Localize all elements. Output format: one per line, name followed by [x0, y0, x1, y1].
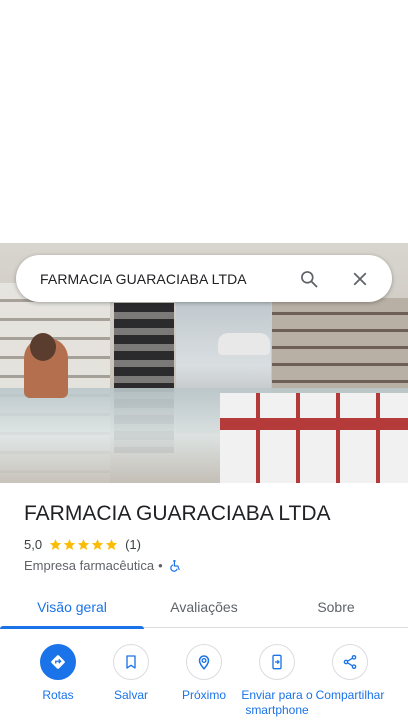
search-bar[interactable]: FARMACIA GUARACIABA LTDA: [16, 255, 392, 302]
photo-person-head: [30, 333, 56, 361]
star-icon: [77, 539, 90, 550]
bookmark-icon: [113, 644, 149, 680]
tab-label: Visão geral: [37, 599, 107, 615]
star-icon: [91, 539, 104, 550]
save-button[interactable]: Salvar: [95, 644, 167, 703]
share-icon: [332, 644, 368, 680]
action-label: Próximo: [181, 688, 226, 702]
place-category: Empresa farmacêutica: [24, 558, 155, 573]
action-label: Rotas: [42, 688, 74, 702]
star-icon: [63, 539, 76, 550]
rating-value: 5,0: [24, 537, 43, 552]
tab-label: Avaliações: [170, 599, 238, 615]
photo-counter-right: [220, 393, 408, 483]
dot-separator: •: [158, 558, 163, 573]
send-to-phone-button[interactable]: Enviar para o smartphone: [241, 644, 313, 718]
place-tabs: Visão geral Avaliações Sobre: [0, 586, 408, 629]
nearby-button[interactable]: Próximo: [168, 644, 240, 703]
share-button[interactable]: Compartilhar: [314, 644, 386, 703]
nearby-icon: [186, 644, 222, 680]
action-label: Salvar: [113, 688, 148, 702]
tab-label: Sobre: [317, 599, 355, 615]
send-to-phone-icon: [259, 644, 295, 680]
close-icon[interactable]: [344, 263, 376, 295]
photo-red-band: [220, 418, 408, 430]
search-input[interactable]: FARMACIA GUARACIABA LTDA: [40, 271, 293, 287]
category-row: Empresa farmacêutica •: [24, 558, 182, 573]
directions-button[interactable]: Rotas: [22, 644, 94, 703]
search-icon[interactable]: [293, 263, 325, 295]
star-icon: [105, 539, 118, 550]
map-blank-area: [0, 0, 408, 243]
rating-row[interactable]: 5,0 (1): [24, 537, 141, 552]
wheelchair-accessible-icon: [169, 559, 180, 572]
action-label: Enviar para o smartphone: [241, 688, 313, 717]
tab-reviews[interactable]: Avaliações: [144, 586, 264, 628]
tab-overview[interactable]: Visão geral: [0, 586, 144, 629]
review-count[interactable]: (1): [125, 537, 141, 552]
photo-car: [218, 333, 270, 355]
star-icon: [49, 539, 62, 550]
action-buttons-row: Rotas Salvar Próximo Enviar para o smart…: [0, 644, 408, 726]
directions-icon: [40, 644, 76, 680]
tab-about[interactable]: Sobre: [264, 586, 408, 628]
place-title: FARMACIA GUARACIABA LTDA: [24, 502, 331, 525]
star-rating: [49, 538, 119, 551]
action-label: Compartilhar: [315, 688, 385, 702]
